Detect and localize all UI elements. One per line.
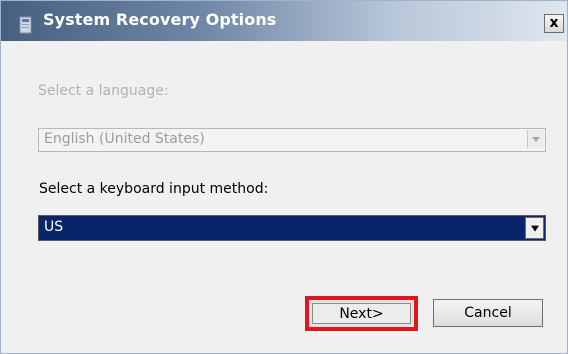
language-label: Select a language: (38, 83, 169, 99)
next-button-highlight: Next> (305, 296, 418, 331)
keyboard-dropdown-arrow[interactable] (525, 217, 544, 239)
keyboard-select[interactable]: US (38, 215, 546, 241)
keyboard-select-value: US (44, 219, 64, 235)
cancel-button[interactable]: Cancel (433, 299, 543, 327)
language-select-value: English (United States) (44, 131, 205, 147)
next-button[interactable]: Next> (312, 303, 411, 324)
close-button[interactable]: x (544, 14, 564, 33)
chevron-down-icon (532, 137, 540, 142)
recovery-app-icon (19, 15, 33, 35)
keyboard-label: Select a keyboard input method: (39, 181, 269, 197)
title-bar: System Recovery Options x (1, 1, 567, 41)
window-title: System Recovery Options (43, 10, 277, 29)
language-dropdown-arrow (527, 130, 544, 148)
language-select: English (United States) (38, 128, 546, 152)
close-icon: x (549, 15, 559, 31)
system-recovery-window: System Recovery Options x Select a langu… (0, 0, 568, 354)
chevron-down-icon (530, 225, 539, 232)
